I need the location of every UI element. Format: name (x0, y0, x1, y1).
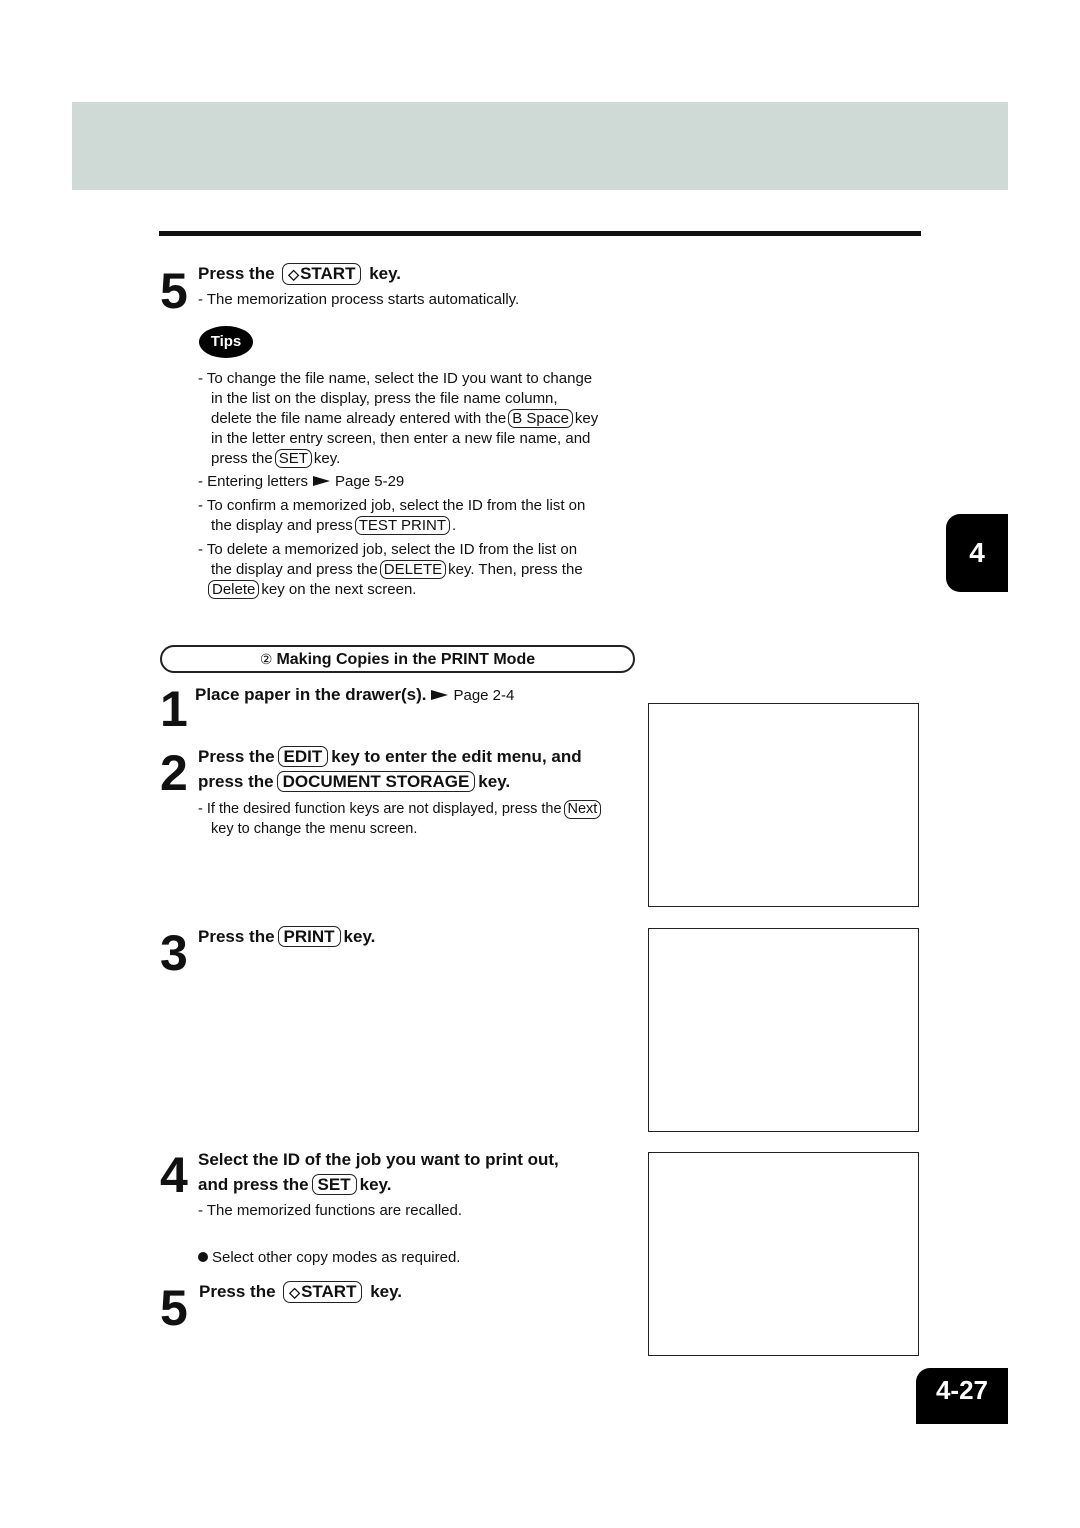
key-label: START (301, 1282, 357, 1301)
tip-line: - To change the file name, select the ID… (198, 370, 593, 387)
tip-item: - To delete a memorized job, select the … (198, 540, 583, 600)
step-number: 3 (160, 925, 188, 981)
b-space-key: B Space (508, 409, 573, 428)
tip-line: - To confirm a memorized job, select the… (198, 497, 586, 514)
tip-item: - To change the file name, select the ID… (198, 369, 598, 469)
start-key: ◇START (283, 1281, 363, 1303)
print-key: PRINT (277, 926, 341, 947)
step-note: - The memorization process starts automa… (198, 291, 520, 308)
step-heading: Select the ID of the job you want to pri… (198, 1147, 559, 1197)
tip-line: delete the file name already entered wit… (198, 409, 598, 429)
section-title: Making Copies in the PRINT Mode (276, 651, 536, 668)
page-reference: Page 5-29 (335, 473, 405, 490)
step-text: Press the (198, 747, 275, 766)
step-text: Press the (198, 264, 275, 283)
step-note: - The memorized functions are recalled. (198, 1202, 463, 1219)
test-print-key: TEST PRINT (354, 516, 450, 535)
step-text: Press the (198, 927, 275, 946)
tip-text: key on the next screen. (261, 581, 417, 598)
tip-text: - Entering letters (198, 473, 309, 490)
screen-illustration (648, 703, 919, 907)
section-heading: ② Making Copies in the PRINT Mode (160, 645, 635, 673)
tip-line: the display and press TEST PRINT. (198, 516, 585, 536)
tip-text: the display and press the (211, 561, 378, 578)
delete-key: DELETE (379, 560, 447, 579)
key-label: START (300, 264, 356, 283)
start-icon: ◇ (288, 266, 300, 282)
note-text: - If the desired function keys are not d… (198, 801, 562, 817)
tip-line: press the SET key. (198, 449, 598, 469)
tip-line: Delete key on the next screen. (198, 580, 583, 600)
step-line: and press the SET key. (198, 1172, 559, 1197)
bullet-text: Select other copy modes as required. (212, 1249, 461, 1266)
screen-illustration (648, 928, 919, 1132)
step-heading: Place paper in the drawer(s). Page 2-4 (195, 682, 514, 708)
tip-text: press the (211, 450, 273, 467)
next-key: Next (563, 800, 602, 819)
step-text: Press the (199, 1282, 276, 1301)
step-text: key. (369, 264, 402, 283)
bullet-icon (198, 1252, 208, 1263)
tip-line: in the letter entry screen, then enter a… (211, 430, 591, 447)
step-note: - If the desired function keys are not d… (198, 799, 603, 839)
step-heading: Press the EDIT key to enter the edit menu,… (198, 744, 582, 794)
tip-item: - Entering letters Page 5-29 (198, 472, 404, 492)
step-number: 5 (160, 263, 188, 319)
tip-line: in the list on the display, press the fi… (211, 390, 558, 407)
bullet-note: Select other copy modes as required. (198, 1248, 460, 1268)
start-key: ◇START (282, 263, 362, 285)
page-number: 4-27 (916, 1368, 1008, 1424)
step-line: Select the ID of the job you want to pri… (198, 1150, 559, 1169)
tip-text: . (452, 517, 457, 534)
delete-confirm-key: Delete (208, 580, 260, 599)
step-heading: Press the ◇START key. (198, 261, 401, 286)
section-rule (159, 231, 921, 236)
tip-item: - To confirm a memorized job, select the… (198, 496, 585, 536)
note-line: - If the desired function keys are not d… (198, 799, 603, 819)
step-text: Place paper in the drawer(s). (195, 685, 427, 704)
chapter-tab: 4 (946, 514, 1008, 592)
step-line: press the DOCUMENT STORAGE key. (198, 769, 582, 794)
step-heading: Press the ◇START key. (199, 1279, 402, 1304)
step-number: 2 (160, 745, 188, 801)
set-key: SET (311, 1174, 357, 1195)
step-text: key. (478, 772, 511, 791)
step-heading: Press the PRINT key. (198, 924, 375, 949)
step-text: key to enter the edit menu, and (331, 747, 582, 766)
tip-text: key (574, 410, 599, 427)
tip-text: the display and press (211, 517, 353, 534)
tip-text: key. Then, press the (448, 561, 583, 578)
screen-illustration (648, 1152, 919, 1356)
step-line: Press the EDIT key to enter the edit menu,… (198, 744, 582, 769)
start-icon: ◇ (289, 1284, 301, 1300)
tip-line: the display and press the DELETE key. Then… (198, 560, 583, 580)
page-ref-arrow-icon (431, 689, 449, 700)
tip-text: delete the file name already entered wit… (211, 410, 507, 427)
step-text: key. (343, 927, 376, 946)
page-reference: Page 2-4 (453, 687, 515, 704)
step-number: 5 (160, 1280, 188, 1336)
section-marker: ② (259, 651, 273, 667)
step-text: key. (370, 1282, 403, 1301)
set-key: SET (274, 449, 312, 468)
tips-badge: Tips (199, 326, 253, 358)
tip-line: - To delete a memorized job, select the … (198, 541, 578, 558)
document-storage-key: DOCUMENT STORAGE (276, 771, 476, 792)
tip-text: key. (313, 450, 341, 467)
step-number: 4 (160, 1147, 188, 1203)
edit-key: EDIT (277, 746, 329, 767)
page-ref-arrow-icon (313, 476, 331, 487)
header-band (72, 102, 1008, 190)
step-text: and press the (198, 1175, 309, 1194)
step-number: 1 (160, 681, 188, 737)
step-text: key. (359, 1175, 392, 1194)
step-text: press the (198, 772, 274, 791)
note-line: key to change the menu screen. (211, 821, 418, 837)
